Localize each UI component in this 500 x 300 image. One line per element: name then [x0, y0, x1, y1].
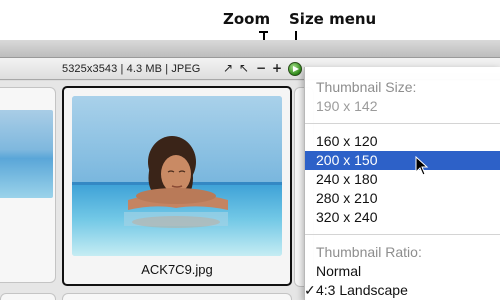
menu-current-size: 190 x 142: [316, 98, 378, 114]
thumbnail-tile[interactable]: [62, 293, 292, 300]
menu-item-size[interactable]: 240 x 180: [305, 170, 500, 189]
menu-item-ratio-checked[interactable]: ✓4:3 Landscape: [305, 281, 500, 300]
menu-item-size[interactable]: 280 x 210: [305, 189, 500, 208]
menu-item-ratio[interactable]: Normal: [305, 262, 500, 281]
thumbnail-image: [72, 96, 282, 256]
image-info: 5325x3543 | 4.3 MB | JPEG: [62, 63, 201, 75]
thumbnail-tile[interactable]: [0, 87, 56, 283]
thumbnail-size-menu: Thumbnail Size: 190 x 142 160 x 120 200 …: [304, 67, 500, 300]
menu-item-size[interactable]: 160 x 120: [305, 132, 500, 151]
zoom-out-icon[interactable]: −: [256, 61, 266, 75]
size-menu-callout: Size menu: [289, 10, 377, 28]
menu-header-thumbnail-size: Thumbnail Size:: [316, 79, 417, 95]
menu-header-thumbnail-ratio: Thumbnail Ratio:: [316, 244, 422, 260]
woman-in-pool-photo: [72, 96, 282, 256]
thumbnail-image: [0, 110, 53, 198]
size-menu-button-icon[interactable]: [288, 62, 302, 76]
thumbnail-tile-selected[interactable]: ACK7C9.jpg: [62, 86, 292, 286]
menu-item-ratio-label: 4:3 Landscape: [316, 282, 408, 298]
menu-separator: [305, 234, 500, 235]
thumbnail-filename: ACK7C9.jpg: [141, 262, 213, 277]
checkmark-icon: ✓: [304, 282, 316, 298]
expand-arrow-icon[interactable]: ↗: [223, 61, 233, 75]
zoom-in-icon[interactable]: +: [272, 61, 282, 75]
title-bar[interactable]: [0, 40, 500, 58]
menu-separator: [305, 123, 500, 124]
menu-item-size-highlighted[interactable]: 200 x 150: [305, 151, 500, 170]
thumbnail-tile[interactable]: [0, 293, 56, 300]
zoom-callout: Zoom: [223, 10, 271, 28]
menu-item-size[interactable]: 320 x 240: [305, 208, 500, 227]
mouse-pointer-icon: [415, 156, 429, 176]
shrink-arrow-icon[interactable]: ↖: [239, 61, 249, 75]
